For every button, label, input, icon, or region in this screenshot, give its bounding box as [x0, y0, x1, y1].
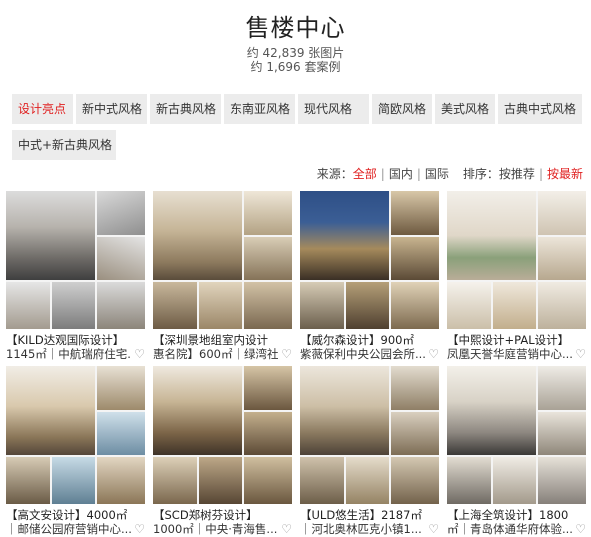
heart-icon[interactable]: ♡: [428, 347, 439, 361]
case-card[interactable]: 【SCD郑树芬设计】 1000㎡｜中央·青海售... ♡: [153, 366, 292, 536]
case-caption[interactable]: 【威尔森设计】900㎡ 紫薇保利中央公园会所... ♡: [300, 333, 439, 361]
heart-icon[interactable]: ♡: [281, 522, 292, 536]
tag-classical-chinese[interactable]: 古典中式风格: [498, 94, 582, 124]
tag-design-highlight[interactable]: 设计亮点: [12, 94, 73, 124]
case-card[interactable]: 【KILD达观国际设计】 1145㎡｜中航瑞府住宅... ♡: [6, 191, 145, 361]
source-domestic-link[interactable]: 国内: [389, 167, 413, 181]
tag-southeast-asian[interactable]: 东南亚风格: [224, 94, 295, 124]
case-caption[interactable]: 【ULD悠生活】2187㎡ ｜河北奥林匹克小镇1... ♡: [300, 508, 439, 536]
filter-bar: 来源：全部 | 国内 | 国际 排序：按推荐 | 按最新: [317, 165, 583, 182]
source-all-link[interactable]: 全部: [353, 167, 377, 181]
heart-icon[interactable]: ♡: [134, 522, 145, 536]
page-title: 售楼中心: [245, 14, 346, 42]
source-intl-link[interactable]: 国际: [425, 167, 449, 181]
tag-chinese-neoclassical[interactable]: 中式+新古典风格: [12, 130, 116, 160]
heart-icon[interactable]: ♡: [428, 522, 439, 536]
source-label: 来源：: [316, 167, 353, 181]
case-thumbnail[interactable]: [6, 191, 145, 329]
case-card[interactable]: 【上海全筑设计】1800 ㎡｜青岛体通华府体验... ♡: [447, 366, 586, 536]
case-thumbnail[interactable]: [447, 191, 586, 329]
result-stats: 约 42,839 张图片 约 1,696 套案例: [0, 46, 591, 74]
sort-latest-link[interactable]: 按最新: [547, 167, 583, 181]
divider: |: [538, 167, 543, 181]
tag-simple-european[interactable]: 简欧风格: [372, 94, 432, 124]
case-card[interactable]: 【威尔森设计】900㎡ 紫薇保利中央公园会所... ♡: [300, 191, 439, 361]
case-card[interactable]: 【高文安设计】4000㎡ ｜邮储公园府营销中心... ♡: [6, 366, 145, 536]
tag-american[interactable]: 美式风格: [435, 94, 495, 124]
divider: |: [380, 167, 385, 181]
case-caption[interactable]: 【深圳景地组室内设计 惠名院】600㎡｜绿湾社... ♡: [153, 333, 292, 361]
case-thumbnail[interactable]: [153, 191, 292, 329]
case-card[interactable]: 【中熙设计+PAL设计】 凤凰天誉华庭营销中心... ♡: [447, 191, 586, 361]
image-count: 约 42,839 张图片: [246, 46, 345, 60]
heart-icon[interactable]: ♡: [575, 347, 586, 361]
case-thumbnail[interactable]: [153, 366, 292, 504]
case-caption[interactable]: 【高文安设计】4000㎡ ｜邮储公园府营销中心... ♡: [6, 508, 145, 536]
case-count: 约 1,696 套案例: [250, 60, 341, 74]
case-caption[interactable]: 【SCD郑树芬设计】 1000㎡｜中央·青海售... ♡: [153, 508, 292, 536]
heart-icon[interactable]: ♡: [575, 522, 586, 536]
case-thumbnail[interactable]: [6, 366, 145, 504]
case-card[interactable]: 【ULD悠生活】2187㎡ ｜河北奥林匹克小镇1... ♡: [300, 366, 439, 536]
divider: |: [416, 167, 421, 181]
case-thumbnail[interactable]: [447, 366, 586, 504]
heart-icon[interactable]: ♡: [134, 347, 145, 361]
tag-new-chinese[interactable]: 新中式风格: [76, 94, 147, 124]
case-thumbnail[interactable]: [300, 366, 439, 504]
tag-neoclassical[interactable]: 新古典风格: [150, 94, 221, 124]
sort-recommend-link[interactable]: 按推荐: [499, 167, 535, 181]
case-caption[interactable]: 【KILD达观国际设计】 1145㎡｜中航瑞府住宅... ♡: [6, 333, 145, 361]
tag-modern[interactable]: 现代风格: [298, 94, 369, 124]
sort-label: 排序：: [462, 167, 499, 181]
case-caption[interactable]: 【中熙设计+PAL设计】 凤凰天誉华庭营销中心... ♡: [447, 333, 586, 361]
case-thumbnail[interactable]: [300, 191, 439, 329]
case-caption[interactable]: 【上海全筑设计】1800 ㎡｜青岛体通华府体验... ♡: [447, 508, 586, 536]
heart-icon[interactable]: ♡: [281, 347, 292, 361]
case-card[interactable]: 【深圳景地组室内设计 惠名院】600㎡｜绿湾社... ♡: [153, 191, 292, 361]
